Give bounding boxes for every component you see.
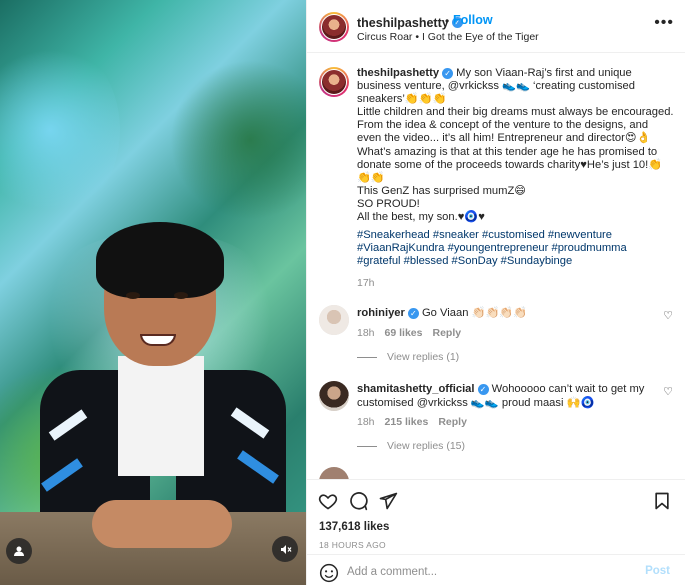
post-panel: theshilpashetty ✓ • Follow Circus Roar • …	[306, 0, 685, 585]
caption-hashtags[interactable]: #Sneakerhead #sneaker #customised #newve…	[357, 229, 667, 268]
author-avatar[interactable]	[319, 67, 349, 97]
reply-button[interactable]: Reply	[432, 327, 461, 339]
comment-text: shamitashetty_official ✓ Wohooooo can’t w…	[357, 383, 657, 410]
comment-icon[interactable]	[347, 490, 369, 512]
caption-username[interactable]: theshilpashetty	[357, 67, 439, 79]
author-username[interactable]: theshilpashetty	[357, 16, 449, 30]
caption-time: 17h	[357, 277, 375, 289]
comment-time: 18h	[357, 327, 375, 339]
caption-text: theshilpashetty ✓ My son Viaan-Raj’s firs…	[357, 67, 675, 224]
verified-icon: ✓	[442, 67, 454, 79]
comment-likes[interactable]: 215 likes	[385, 416, 429, 428]
background-blur	[170, 60, 306, 220]
view-replies-label: View replies (1)	[387, 351, 460, 363]
add-comment-bar: Post	[307, 554, 685, 585]
comments-scroll[interactable]: theshilpashetty ✓ My son Viaan-Raj’s firs…	[307, 53, 685, 479]
author-avatar[interactable]	[319, 12, 349, 42]
share-icon[interactable]	[377, 490, 399, 512]
mute-icon[interactable]	[272, 536, 298, 562]
kid-hair	[96, 222, 224, 298]
commenter-avatar[interactable]	[319, 381, 349, 411]
commenter-avatar[interactable]	[319, 305, 349, 335]
comment-username[interactable]: rohiniyer	[357, 307, 405, 319]
likes-count[interactable]: 137,618 likes	[319, 521, 389, 533]
reply-button[interactable]: Reply	[438, 416, 467, 428]
post-comment-button[interactable]: Post	[645, 565, 670, 577]
heart-icon[interactable]	[317, 490, 339, 512]
commenter-avatar[interactable]	[319, 467, 349, 479]
kid-eye	[126, 292, 140, 299]
like-comment-icon[interactable]: ♡	[663, 385, 673, 398]
audio-track[interactable]: Circus Roar • I Got the Eye of the Tiger	[357, 31, 539, 43]
comment-meta: 18h 215 likes Reply	[357, 416, 467, 428]
action-bar: 137,618 likes 18 HOURS AGO Post	[307, 479, 685, 585]
kid-eye	[174, 292, 188, 299]
separator-dot: •	[445, 14, 450, 28]
view-replies-button[interactable]: View replies (1)	[357, 351, 459, 363]
comment-meta: 18h 69 likes Reply	[357, 327, 461, 339]
comment-time: 18h	[357, 416, 375, 428]
post-timestamp: 18 HOURS AGO	[319, 540, 386, 550]
verified-icon: ✓	[477, 383, 489, 395]
comment-input[interactable]	[347, 563, 617, 581]
caption-body: My son Viaan-Raj’s first and unique busi…	[357, 67, 674, 224]
post-video[interactable]	[0, 0, 306, 585]
comment-username[interactable]: shamitashetty_official	[357, 383, 475, 395]
comment-likes[interactable]: 69 likes	[385, 327, 423, 339]
emoji-icon[interactable]	[319, 563, 339, 583]
view-replies-button[interactable]: View replies (15)	[357, 440, 465, 452]
like-comment-icon[interactable]: ♡	[663, 309, 673, 322]
comment-body: Go Viaan 👏🏻👏🏻👏🏻👏🏻	[421, 307, 528, 319]
kid-hands	[92, 500, 232, 548]
comment-text: rohiniyer ✓ Go Viaan 👏🏻👏🏻👏🏻👏🏻	[357, 307, 657, 321]
background-blur	[0, 40, 120, 220]
post-header: theshilpashetty ✓ • Follow Circus Roar • …	[307, 0, 685, 53]
view-replies-label: View replies (15)	[387, 440, 466, 452]
verified-icon: ✓	[407, 307, 419, 319]
bookmark-icon[interactable]	[651, 490, 673, 512]
kid-shirt	[118, 356, 204, 476]
tagged-user-icon[interactable]	[6, 538, 32, 564]
follow-button[interactable]: Follow	[453, 13, 493, 27]
more-options-icon[interactable]: •••	[654, 14, 674, 32]
comment-item: shamitashetty_official ✓ Wohooooo can’t w…	[319, 381, 679, 447]
